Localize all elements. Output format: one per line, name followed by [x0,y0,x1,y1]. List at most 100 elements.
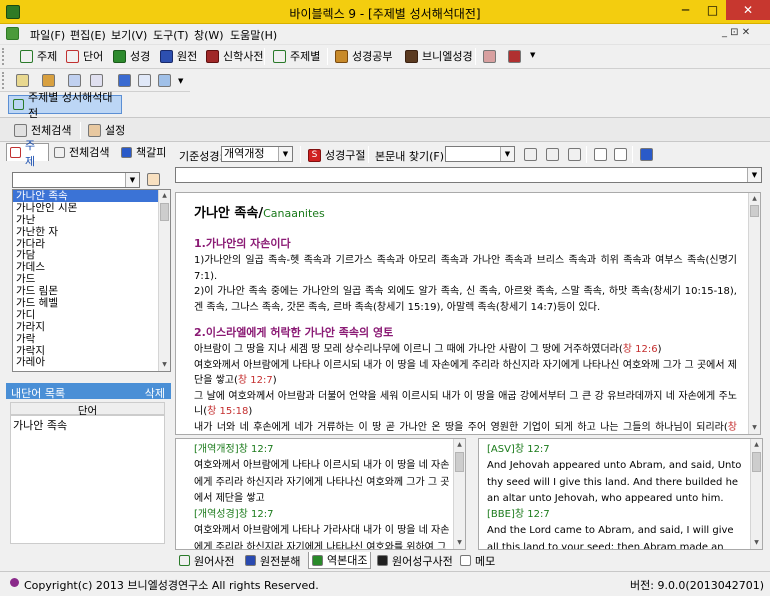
menu-help[interactable]: 도움말(H) [230,27,277,43]
go-search-icon[interactable] [147,173,160,186]
tab-bookmark[interactable]: 책갈피 [118,143,169,161]
topic-button[interactable]: 주제 [20,48,57,64]
scroll-down-icon[interactable]: ▼ [749,422,760,434]
tab-original-concordance[interactable]: 원어성구사전 [374,552,456,569]
list-item[interactable]: 가나안 족속 [13,417,67,433]
bible-study-button[interactable]: 성경공부 [335,48,392,64]
compare-pane-korean[interactable]: [개역개정]창 12:7 여호와께서 아브람에게 나타나 이르시되 내가 이 땅… [175,438,466,550]
document-tab[interactable]: 주제별 성서해석대전 [8,91,122,120]
close-button[interactable]: ✕ [726,0,770,20]
peniel-bible-button[interactable]: 브니엘성경 [405,48,473,64]
compare-left-scrollbar[interactable]: ▲ ▼ [453,439,465,549]
list-item[interactable]: 가담 [13,249,170,262]
bookmark-add-icon[interactable] [640,148,653,161]
tab-memo[interactable]: 메모 [457,552,498,569]
topic-path-combo[interactable]: ▼ [175,167,762,183]
word-list-scrollbar[interactable]: ▲ ▼ [158,190,170,371]
by-topic-button[interactable]: 주제별 [273,48,320,64]
verse-reference[interactable]: [ASV]창 12:7 [487,442,748,458]
settings-button[interactable]: 설정 [88,122,125,138]
note-icon[interactable] [138,74,151,87]
compare-pane-english[interactable]: [ASV]창 12:7 And Jehovah appeared unto Ab… [478,438,763,550]
bible-button[interactable]: 성경 [113,48,150,64]
scroll-up-icon[interactable]: ▲ [159,190,170,202]
list-item[interactable]: 가락지 [13,345,170,357]
topic-search-combo[interactable]: ▼ [12,172,140,188]
my-words-delete-button[interactable]: 삭제 [145,385,165,401]
find-combo[interactable]: ▼ [445,146,515,162]
menu-window[interactable]: 창(W) [194,27,224,43]
verse-link[interactable]: 창 12:6 [623,344,658,355]
list-item[interactable]: 가레아 [13,356,170,369]
list-item[interactable]: 가난한 자 [13,226,170,238]
original-text-button[interactable]: 원전 [160,48,197,64]
compare-right-scrollbar[interactable]: ▲ ▼ [750,439,762,549]
topic-word-list[interactable]: 가나안 족속 가나안인 시몬 가난 가난한 자 가다라 가담 가데스 가드 가드 림몬 가드 헤벨… [12,189,171,372]
verse-link[interactable]: 창 12:7 [238,375,273,386]
page-copy-icon[interactable] [614,148,627,161]
list-item[interactable]: 가락 [13,333,170,345]
list-item[interactable]: 가라지 [13,321,170,333]
scroll-thumb[interactable] [752,452,761,472]
copy-icon[interactable] [68,74,81,87]
scroll-down-icon[interactable]: ▼ [159,359,170,371]
maximize-button[interactable]: □ [699,0,726,20]
menu-view[interactable]: 보기(V) [111,27,147,43]
list-item[interactable]: 가나안 족속 [13,190,170,202]
binoculars-icon[interactable] [568,148,581,161]
tool-button-a[interactable] [483,48,500,64]
bible-link-button[interactable]: S 성경구절 [308,147,365,163]
tab-original-parsing[interactable]: 원전분해 [242,552,303,569]
verse-link[interactable]: 창 15:18 [207,406,248,417]
toolbar-overflow-icon[interactable]: ▼ [178,77,183,85]
article-scrollbar[interactable]: ▲ ▼ [748,193,760,434]
chevron-down-icon[interactable]: ▼ [500,147,514,161]
list-item[interactable]: 가드 림몬 [13,285,170,297]
scroll-thumb[interactable] [160,203,169,221]
scroll-up-icon[interactable]: ▲ [749,193,760,205]
scroll-down-icon[interactable]: ▼ [751,537,762,549]
chevron-down-icon[interactable]: ▼ [278,147,292,161]
folder-icon[interactable] [42,74,55,87]
verse-reference[interactable]: [개역개정]창 12:7 [194,442,451,458]
list-item[interactable]: 가디 [13,309,170,321]
my-words-column-header[interactable]: 단어 [10,402,165,417]
chevron-down-icon[interactable]: ▼ [125,173,139,187]
verse-reference[interactable]: [개역성경]창 12:7 [194,507,451,523]
open-icon[interactable] [16,74,29,87]
list-item[interactable]: 가다라 [13,238,170,250]
verse-reference[interactable]: [BBE]창 12:7 [487,507,748,523]
theology-dictionary-button[interactable]: 신학사전 [206,48,263,64]
find-next-icon[interactable] [546,148,559,161]
my-words-list[interactable]: 가나안 족속 [10,415,165,544]
tab-original-dictionary[interactable]: 원어사전 [176,552,237,569]
article-pane[interactable]: 가나안 족속/Canaanites 1.가나안의 자손이다 1)가나안의 일곱 … [175,192,761,435]
menu-edit[interactable]: 편집(E) [70,27,106,43]
scroll-thumb[interactable] [455,452,464,472]
tab-search-all[interactable]: 전체검색 [51,143,112,161]
list-item[interactable]: 가드 헤벨 [13,297,170,309]
tab-topic[interactable]: 주제 [6,139,49,168]
word-button[interactable]: 단어 [66,48,103,64]
toolbar-grip[interactable] [2,72,8,89]
list-item[interactable]: 가난 [13,214,170,226]
chevron-down-icon[interactable]: ▼ [747,168,761,182]
toolbar-grip[interactable] [2,48,8,65]
base-bible-select[interactable]: 개역개정 ▼ [221,146,293,162]
minimize-button[interactable]: ─ [672,0,699,20]
toolbar-overflow-icon[interactable]: ▼ [530,51,535,59]
menu-tools[interactable]: 도구(T) [153,27,189,43]
tab-version-compare[interactable]: 역본대조 [308,552,372,569]
list-item[interactable]: 가데스 [13,261,170,273]
scroll-up-icon[interactable]: ▲ [454,439,465,451]
save-icon[interactable] [90,74,103,87]
menu-file[interactable]: 파일(F) [30,27,65,43]
list-item[interactable]: 가나안인 시몬 [13,202,170,214]
scroll-thumb[interactable] [750,205,759,217]
mdi-window-controls[interactable]: _ ⊡ ✕ [722,27,750,38]
scroll-down-icon[interactable]: ▼ [454,537,465,549]
list-item[interactable]: 가드 [13,273,170,285]
scroll-up-icon[interactable]: ▲ [751,439,762,451]
find-prev-icon[interactable] [524,148,537,161]
exit-button[interactable] [508,48,525,64]
